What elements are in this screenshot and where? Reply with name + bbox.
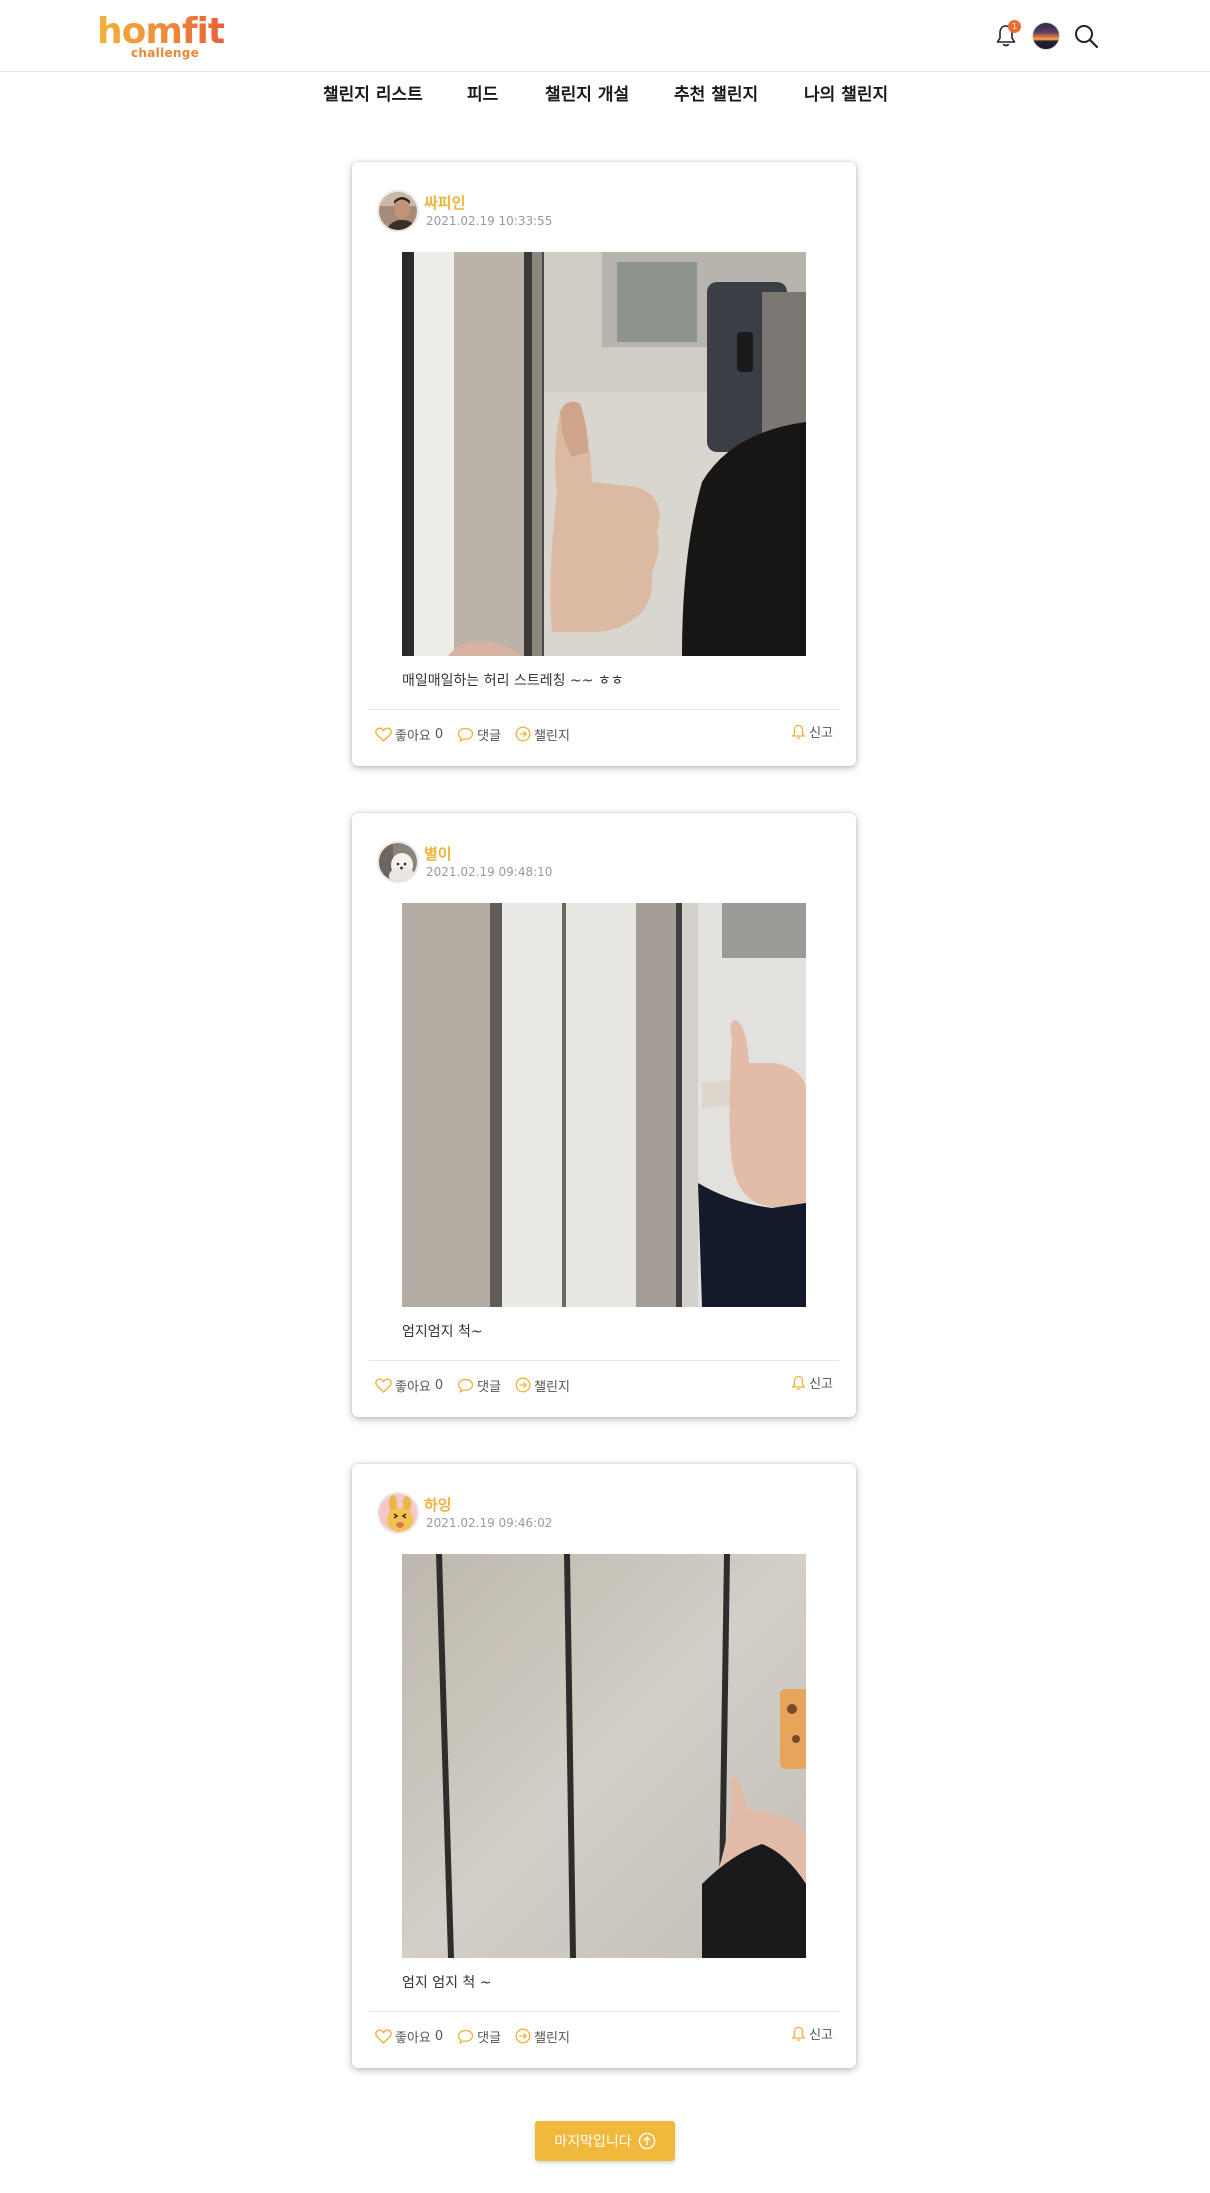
like-label: 좋아요 xyxy=(395,728,431,744)
post-caption: 엄지엄지 척~ xyxy=(402,1324,483,1340)
challenge-label: 챌린지 xyxy=(534,728,570,744)
comment-label: 댓글 xyxy=(477,728,502,744)
heart-icon xyxy=(375,726,392,742)
arrow-up-circle-icon xyxy=(638,2132,655,2150)
arrow-circle-icon xyxy=(515,1377,531,1393)
divider xyxy=(369,709,839,710)
logo-sub: challenge xyxy=(131,46,200,60)
challenge-label: 챌린지 xyxy=(534,2030,570,2046)
comment-icon xyxy=(458,1378,474,1393)
comment-button[interactable]: 댓글 xyxy=(457,1376,501,1395)
bell-report-icon xyxy=(791,2026,806,2041)
divider xyxy=(369,1360,839,1361)
post-actions: 좋아요 0 댓글 챌린지 xyxy=(375,722,584,746)
username[interactable]: 싸피인 xyxy=(424,192,465,213)
report-label: 신고 xyxy=(809,2028,833,2043)
feed-post: 별이 2021.02.19 09:48:10 엄지엄지 척~ 좋아요 0 댓글 … xyxy=(352,813,856,1417)
profile-avatar[interactable] xyxy=(1032,22,1060,50)
post-caption: 엄지 엄지 척 ~ xyxy=(402,1975,492,1991)
last-button-label: 마지막입니다 xyxy=(554,2134,632,2150)
like-label: 좋아요 xyxy=(395,2030,431,2046)
comment-button[interactable]: 댓글 xyxy=(457,725,501,744)
comment-label: 댓글 xyxy=(477,2030,502,2046)
like-button[interactable]: 좋아요 0 xyxy=(375,1376,443,1395)
post-actions: 좋아요 0 댓글 챌린지 xyxy=(375,2024,584,2048)
challenge-link[interactable]: 챌린지 xyxy=(515,2027,570,2046)
report-button[interactable]: 신고 xyxy=(791,1373,833,1392)
divider xyxy=(369,2011,839,2012)
notification-button[interactable]: 1 xyxy=(990,20,1022,52)
nav-challenge-list[interactable]: 챌린지 리스트 xyxy=(323,82,423,108)
post-photo[interactable] xyxy=(402,903,806,1307)
nav-create-challenge[interactable]: 챌린지 개설 xyxy=(545,82,629,108)
post-photo[interactable] xyxy=(402,1554,806,1958)
user-avatar[interactable] xyxy=(377,841,419,883)
user-avatar[interactable] xyxy=(377,190,419,232)
comment-icon xyxy=(458,2029,474,2044)
post-timestamp: 2021.02.19 10:33:55 xyxy=(426,214,553,228)
challenge-label: 챌린지 xyxy=(534,1379,570,1395)
heart-icon xyxy=(375,1377,392,1393)
report-label: 신고 xyxy=(809,726,833,741)
user-avatar[interactable] xyxy=(377,1492,419,1534)
comment-button[interactable]: 댓글 xyxy=(457,2027,501,2046)
like-button[interactable]: 좋아요 0 xyxy=(375,725,443,744)
notification-badge: 1 xyxy=(1008,20,1021,33)
challenge-link[interactable]: 챌린지 xyxy=(515,1376,570,1395)
feed-post: 싸피인 2021.02.19 10:33:55 매일매일하는 허리 스트레칭 ~… xyxy=(352,162,856,766)
challenge-link[interactable]: 챌린지 xyxy=(515,725,570,744)
post-timestamp: 2021.02.19 09:46:02 xyxy=(426,1516,553,1530)
like-button[interactable]: 좋아요 0 xyxy=(375,2027,443,2046)
comment-label: 댓글 xyxy=(477,1379,502,1395)
report-label: 신고 xyxy=(809,1377,833,1392)
scroll-top-button[interactable]: 마지막입니다 xyxy=(535,2121,675,2161)
bell-report-icon xyxy=(791,1375,806,1390)
post-caption: 매일매일하는 허리 스트레칭 ~~ ㅎㅎ xyxy=(402,673,624,689)
bell-report-icon xyxy=(791,724,806,739)
report-button[interactable]: 신고 xyxy=(791,722,833,741)
header: homfit challenge 1 xyxy=(0,0,1210,72)
like-count: 0 xyxy=(434,1377,444,1393)
post-timestamp: 2021.02.19 09:48:10 xyxy=(426,865,553,879)
arrow-circle-icon xyxy=(515,726,531,742)
post-actions: 좋아요 0 댓글 챌린지 xyxy=(375,1373,584,1397)
nav-recommended-challenge[interactable]: 추천 챌린지 xyxy=(674,82,758,108)
nav-feed[interactable]: 피드 xyxy=(467,82,498,108)
post-photo[interactable] xyxy=(402,252,806,656)
like-label: 좋아요 xyxy=(395,1379,431,1395)
like-count: 0 xyxy=(434,726,444,742)
comment-icon xyxy=(458,727,474,742)
search-button[interactable] xyxy=(1070,20,1102,52)
heart-icon xyxy=(375,2028,392,2044)
search-icon xyxy=(1075,25,1099,49)
main-nav: 챌린지 리스트 피드 챌린지 개설 추천 챌린지 나의 챌린지 xyxy=(0,82,1210,110)
username[interactable]: 별이 xyxy=(424,843,452,864)
like-count: 0 xyxy=(434,2028,444,2044)
username[interactable]: 하잉 xyxy=(424,1494,452,1515)
feed-post: 하잉 2021.02.19 09:46:02 엄지 엄지 척 ~ 좋아요 0 댓… xyxy=(352,1464,856,2068)
header-icons: 1 xyxy=(990,18,1102,54)
arrow-circle-icon xyxy=(515,2028,531,2044)
report-button[interactable]: 신고 xyxy=(791,2024,833,2043)
nav-my-challenge[interactable]: 나의 챌린지 xyxy=(804,82,888,108)
logo[interactable]: homfit challenge xyxy=(97,12,227,62)
